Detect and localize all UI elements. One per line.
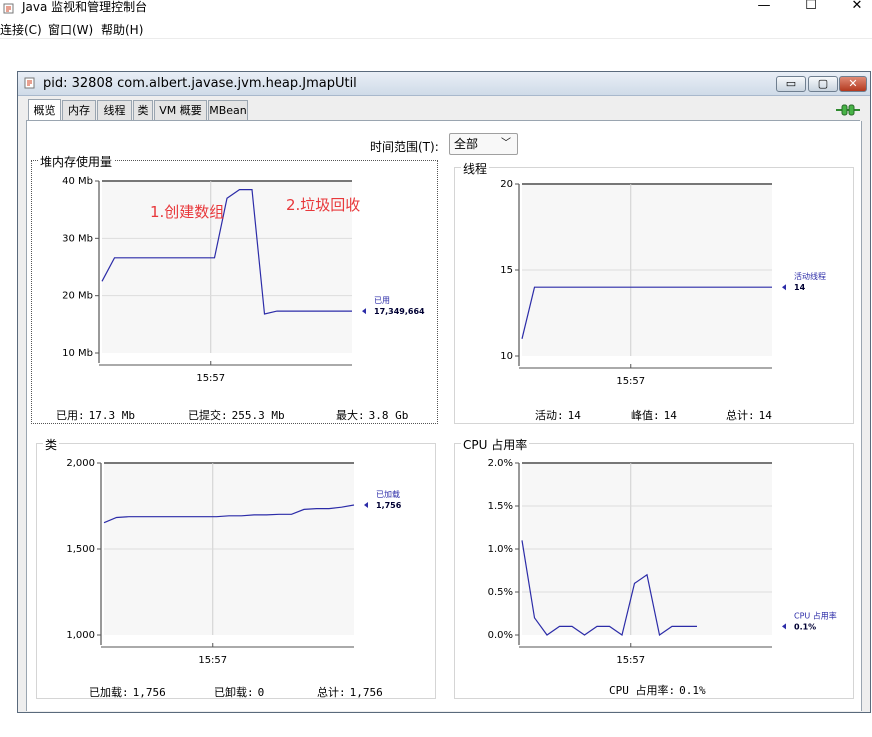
annotation-create-array: 1.创建数组	[150, 203, 225, 221]
y-tick-label: 10	[500, 351, 513, 362]
java-frame-icon	[24, 77, 35, 89]
series-label: 已加载	[376, 489, 400, 499]
cpu-usage-stat: CPU 占用率: 0.1%	[609, 684, 706, 697]
window-title: Java 监视和管理控制台	[22, 0, 148, 14]
cpu-chart: 15:57 0.0% 0.5% 1.0% 1.5% 2.0% CPU 占用率 0.1%	[488, 458, 837, 666]
series-value: 17,349,664	[374, 307, 425, 316]
series-marker	[362, 308, 366, 315]
internal-frame-title: pid: 32808 com.albert.javase.jvm.heap.Jm…	[43, 76, 357, 91]
x-tick-label: 15:57	[616, 376, 645, 387]
threads-total-stat: 总计: 14	[726, 409, 772, 422]
heap-committed-stat: 已提交: 255.3 Mb	[188, 409, 285, 422]
threads-peak-stat: 峰值: 14	[631, 409, 677, 422]
classes-chart: 15:57 1,000 1,500 2,000 已加载 1,756	[66, 458, 402, 666]
classes-total-stat: 总计: 1,756	[317, 686, 383, 699]
series-value: 0.1%	[794, 622, 816, 631]
tab-overview[interactable]: 概览	[28, 99, 61, 121]
y-tick-label: 1,000	[66, 630, 95, 641]
internal-frame: pid: 32808 com.albert.javase.jvm.heap.Jm…	[17, 71, 871, 713]
close-button[interactable]: ✕	[835, 0, 872, 16]
heap-memory-panel[interactable]: 堆内存使用量 15:57 10 Mb 20 Mb 30 Mb 40 Mb 已用 17,349…	[31, 153, 438, 424]
tab-memory[interactable]: 内存	[62, 100, 96, 121]
time-range-value: 全部	[454, 137, 479, 151]
heap-chart: 15:57 10 Mb 20 Mb 30 Mb 40 Mb 已用 17,349,664	[62, 176, 425, 384]
series-marker	[782, 623, 786, 630]
time-range-select[interactable]: 全部 ﹀	[449, 133, 518, 155]
menu-connection[interactable]: 连接(C)	[0, 21, 42, 38]
y-tick-label: 1.5%	[488, 501, 513, 512]
series-value: 1,756	[376, 501, 402, 510]
threads-chart: 15:57 10 15 20 活动线程 14	[500, 179, 826, 387]
menu-help[interactable]: 帮助(H)	[101, 21, 143, 38]
maximize-button[interactable]: ☐	[789, 0, 833, 16]
y-tick-label: 20	[500, 179, 513, 190]
x-tick-label: 15:57	[616, 655, 645, 666]
y-tick-label: 0.0%	[488, 630, 513, 641]
y-tick-label: 30 Mb	[62, 233, 93, 244]
series-label: CPU 占用率	[794, 610, 837, 620]
classes-loaded-stat: 已加载: 1,756	[89, 686, 166, 699]
y-tick-label: 1,500	[66, 544, 95, 555]
frame-minimize-button[interactable]: ▭	[776, 76, 806, 92]
cpu-panel[interactable]: CPU 占用率 15:57 0.0% 0.5% 1.0% 1.5% 2.0% CPU 占用率…	[454, 436, 854, 699]
series-value: 14	[794, 283, 806, 292]
frame-close-button[interactable]: ✕	[839, 76, 867, 92]
java-app-icon	[3, 3, 14, 14]
series-marker	[364, 501, 368, 508]
menu-window[interactable]: 窗口(W)	[48, 21, 93, 38]
heap-used-stat: 已用: 17.3 Mb	[56, 409, 135, 422]
connection-plug-icon	[836, 104, 860, 116]
heap-max-stat: 最大: 3.8 Gb	[336, 409, 409, 422]
menubar: 连接(C) 窗口(W) 帮助(H)	[0, 19, 872, 39]
tab-mbean[interactable]: MBean	[208, 100, 248, 121]
series-marker	[782, 284, 786, 291]
minimize-button[interactable]: —	[742, 0, 786, 16]
x-tick-label: 15:57	[196, 373, 225, 384]
y-tick-label: 40 Mb	[62, 176, 93, 187]
chevron-down-icon: ﹀	[501, 138, 511, 149]
series-label: 活动线程	[794, 271, 826, 281]
tab-threads[interactable]: 线程	[97, 100, 132, 121]
y-tick-label: 1.0%	[488, 544, 513, 555]
tab-vm-summary[interactable]: VM 概要	[154, 100, 207, 121]
classes-unloaded-stat: 已卸载: 0	[214, 686, 265, 699]
y-tick-label: 2,000	[66, 458, 95, 469]
x-tick-label: 15:57	[198, 655, 227, 666]
frame-maximize-button[interactable]: ▢	[808, 76, 838, 92]
annotation-gc: 2.垃圾回收	[286, 196, 361, 214]
y-tick-label: 0.5%	[488, 587, 513, 598]
y-tick-label: 2.0%	[488, 458, 513, 469]
y-tick-label: 10 Mb	[62, 348, 93, 359]
classes-panel[interactable]: 类 15:57 1,000 1,500 2,000 已加载 1,756 已加载: 1,756…	[36, 436, 436, 699]
series-label: 已用	[374, 296, 390, 305]
y-tick-label: 20 Mb	[62, 291, 93, 302]
internal-frame-titlebar[interactable]: pid: 32808 com.albert.javase.jvm.heap.Jm…	[18, 72, 870, 96]
threads-panel[interactable]: 线程 15:57 10 15 20 活动线程 14 活动: 14 峰值: 14 总计: 14	[454, 160, 854, 424]
window-titlebar: Java 监视和管理控制台 — ☐ ✕	[0, 0, 872, 18]
time-range-label: 时间范围(T):	[370, 140, 439, 154]
y-tick-label: 15	[500, 265, 513, 276]
threads-live-stat: 活动: 14	[535, 409, 581, 422]
tab-classes[interactable]: 类	[133, 100, 153, 121]
